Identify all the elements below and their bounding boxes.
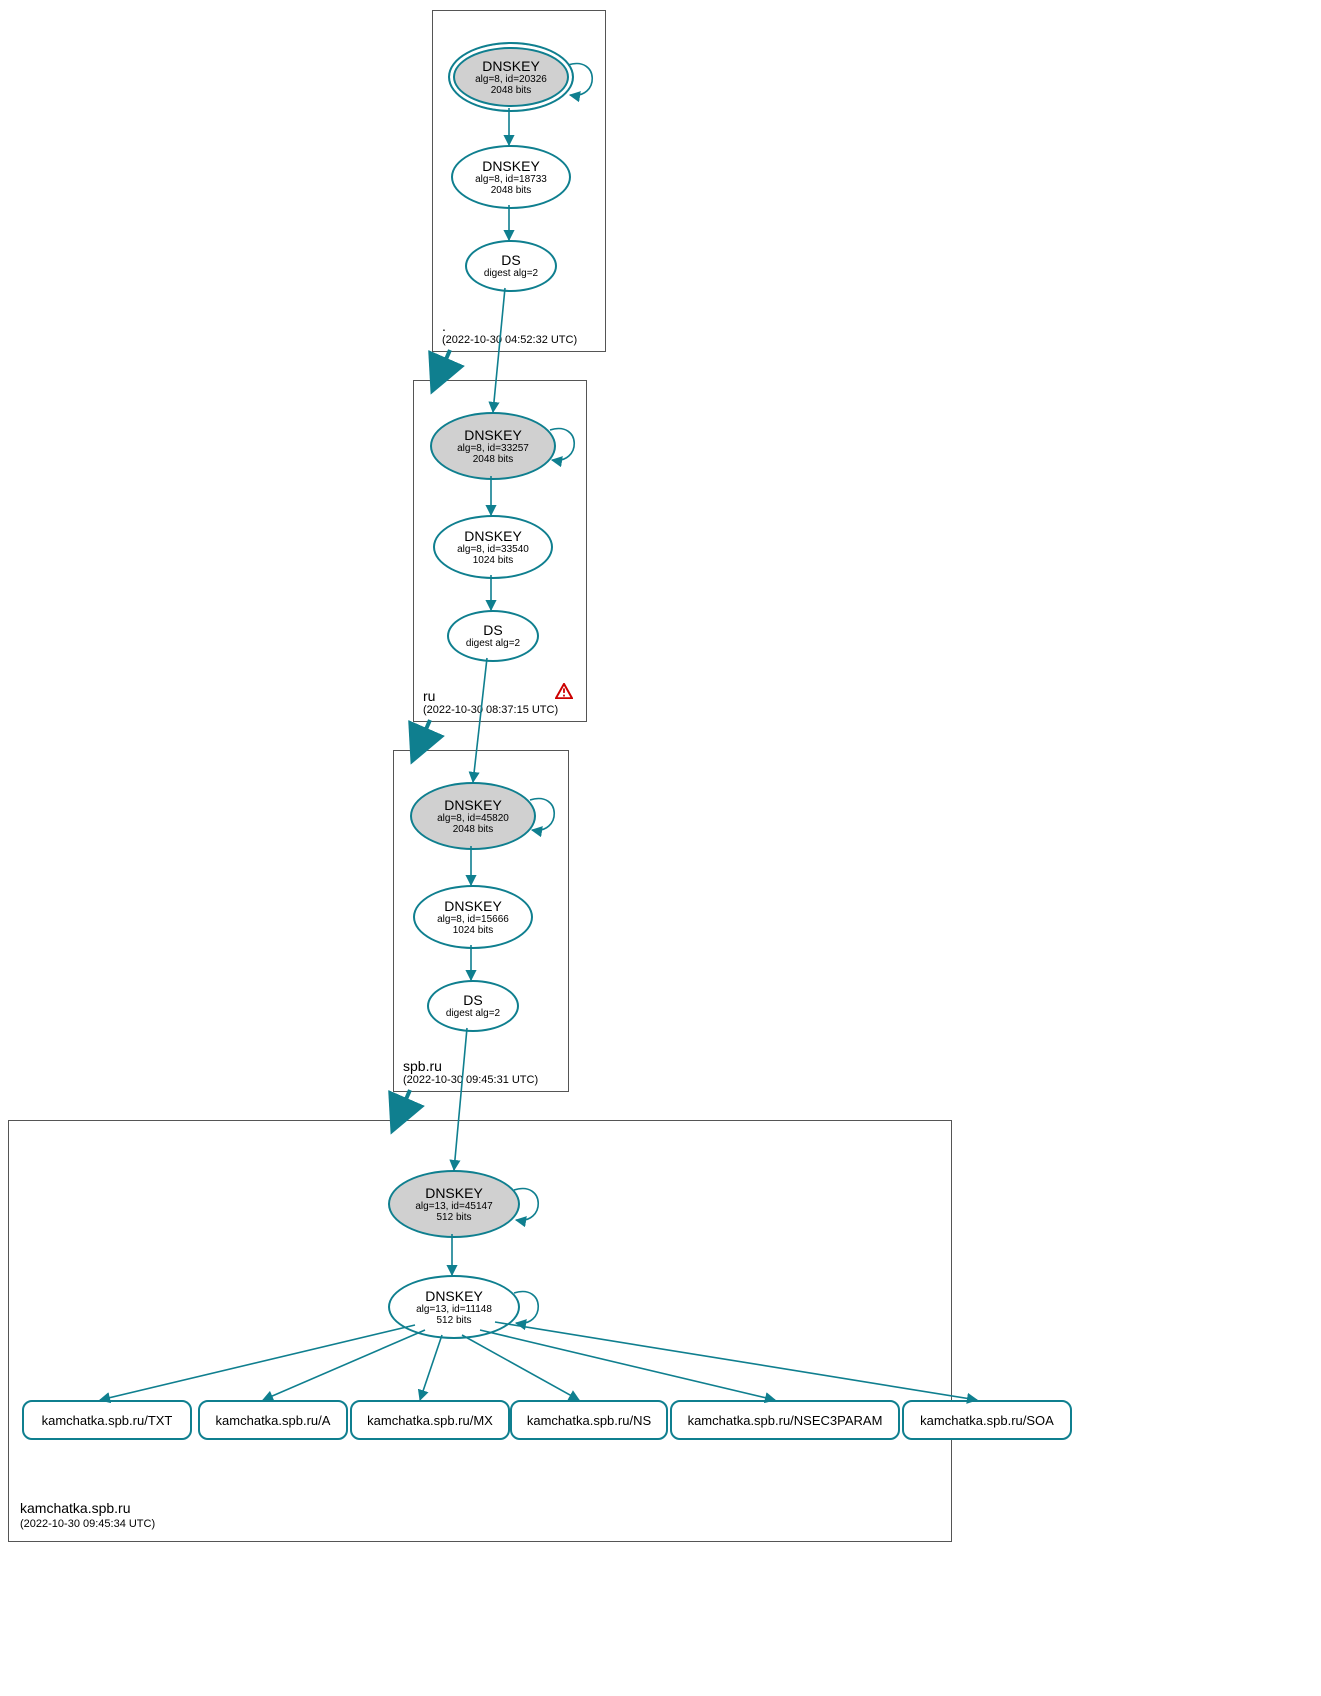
node-sub1: alg=8, id=33540: [457, 544, 529, 556]
zone-root-time: (2022-10-30 04:52:32 UTC): [442, 334, 577, 346]
zone-ru-time: (2022-10-30 08:37:15 UTC): [423, 704, 558, 716]
node-sub1: alg=8, id=18733: [475, 174, 547, 186]
root-ksk-node: DNSKEY alg=8, id=20326 2048 bits: [448, 42, 574, 112]
node-title: DNSKEY: [482, 158, 540, 174]
node-title: DS: [463, 992, 482, 1008]
node-title: DS: [483, 622, 502, 638]
node-sub1: alg=8, id=20326: [475, 74, 547, 86]
node-sub2: 512 bits: [436, 1315, 471, 1327]
zone-root-label: .: [442, 318, 446, 334]
rrset-ns: kamchatka.spb.ru/NS: [510, 1400, 668, 1440]
zone-spbru-time: (2022-10-30 09:45:31 UTC): [403, 1074, 538, 1086]
node-sub2: 2048 bits: [491, 85, 532, 97]
rrset-soa: kamchatka.spb.ru/SOA: [902, 1400, 1072, 1440]
zone-kamchatka-time: (2022-10-30 09:45:34 UTC): [20, 1518, 155, 1530]
node-sub1: alg=8, id=45820: [437, 813, 509, 825]
rrset-nsec3param: kamchatka.spb.ru/NSEC3PARAM: [670, 1400, 900, 1440]
kam-zsk-node: DNSKEY alg=13, id=11148 512 bits: [388, 1275, 520, 1339]
node-sub1: alg=13, id=45147: [415, 1201, 492, 1213]
root-ds-node: DS digest alg=2: [465, 240, 557, 292]
warning-icon: [555, 683, 573, 699]
rrset-mx: kamchatka.spb.ru/MX: [350, 1400, 510, 1440]
ru-zsk-node: DNSKEY alg=8, id=33540 1024 bits: [433, 515, 553, 579]
zone-spbru-label: spb.ru: [403, 1058, 442, 1074]
ru-ksk-node: DNSKEY alg=8, id=33257 2048 bits: [430, 412, 556, 480]
node-sub1: digest alg=2: [446, 1008, 500, 1020]
node-title: DNSKEY: [444, 898, 502, 914]
node-sub2: 2048 bits: [473, 454, 514, 466]
node-sub2: 2048 bits: [491, 185, 532, 197]
spb-zsk-node: DNSKEY alg=8, id=15666 1024 bits: [413, 885, 533, 949]
zone-kamchatka-label: kamchatka.spb.ru: [20, 1500, 131, 1516]
node-sub1: alg=8, id=33257: [457, 443, 529, 455]
node-title: DNSKEY: [464, 427, 522, 443]
node-sub2: 1024 bits: [453, 925, 494, 937]
node-sub1: alg=13, id=11148: [416, 1304, 492, 1316]
node-sub2: 1024 bits: [473, 555, 514, 567]
node-title: DNSKEY: [482, 58, 540, 74]
rrset-txt: kamchatka.spb.ru/TXT: [22, 1400, 192, 1440]
kam-ksk-node: DNSKEY alg=13, id=45147 512 bits: [388, 1170, 520, 1238]
node-sub1: digest alg=2: [484, 268, 538, 280]
node-title: DNSKEY: [444, 797, 502, 813]
node-sub1: alg=8, id=15666: [437, 914, 509, 926]
zone-ru-label: ru: [423, 688, 435, 704]
ru-ds-node: DS digest alg=2: [447, 610, 539, 662]
rrset-a: kamchatka.spb.ru/A: [198, 1400, 348, 1440]
spb-ksk-node: DNSKEY alg=8, id=45820 2048 bits: [410, 782, 536, 850]
node-title: DNSKEY: [464, 528, 522, 544]
root-zsk-node: DNSKEY alg=8, id=18733 2048 bits: [451, 145, 571, 209]
spb-ds-node: DS digest alg=2: [427, 980, 519, 1032]
node-sub2: 512 bits: [436, 1212, 471, 1224]
node-sub2: 2048 bits: [453, 824, 494, 836]
node-title: DNSKEY: [425, 1185, 483, 1201]
node-title: DNSKEY: [425, 1288, 483, 1304]
node-title: DS: [501, 252, 520, 268]
node-sub1: digest alg=2: [466, 638, 520, 650]
